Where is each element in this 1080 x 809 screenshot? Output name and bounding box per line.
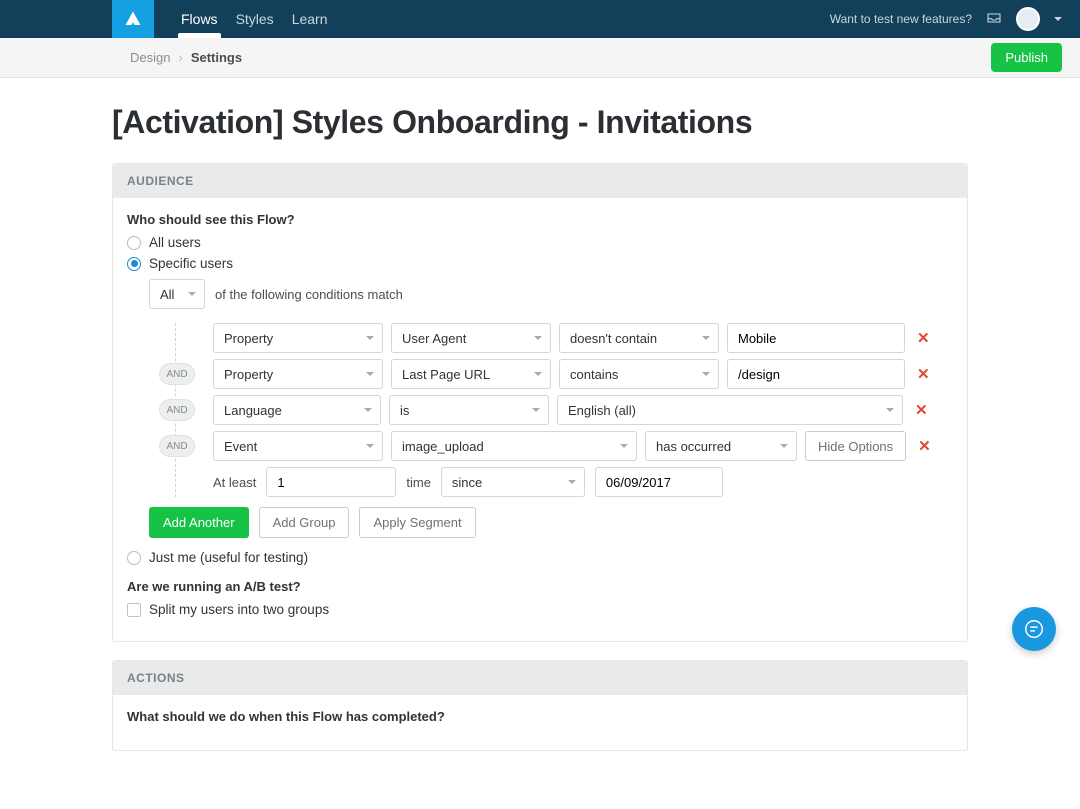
breadcrumb-current: Settings <box>191 50 242 65</box>
time-label: time <box>406 475 431 490</box>
chevron-right-icon: › <box>178 50 182 65</box>
nav-tab-styles[interactable]: Styles <box>227 0 283 38</box>
actions-question: What should we do when this Flow has com… <box>127 709 953 724</box>
logo[interactable] <box>112 0 154 38</box>
ab-split-label: Split my users into two groups <box>149 602 329 617</box>
cond3-op-select[interactable]: is <box>389 395 549 425</box>
cond2-op-select[interactable]: contains <box>559 359 719 389</box>
help-fab[interactable] <box>1012 607 1056 651</box>
ab-split-checkbox[interactable] <box>127 603 141 617</box>
label-just-me: Just me (useful for testing) <box>149 550 308 565</box>
cond2-field-select[interactable]: Last Page URL <box>391 359 551 389</box>
cond1-type-select[interactable]: Property <box>213 323 383 353</box>
and-badge-4: AND <box>159 435 195 457</box>
cond1-field-select[interactable]: User Agent <box>391 323 551 353</box>
actions-panel: ACTIONS What should we do when this Flow… <box>112 660 968 751</box>
condition-row-4: AND Event image_upload has occurred Hide… <box>213 431 953 461</box>
audience-question: Who should see this Flow? <box>127 212 953 227</box>
user-menu-caret-icon[interactable] <box>1054 17 1062 21</box>
atleast-label: At least <box>213 475 256 490</box>
condition-row-1: Property User Agent doesn't contain ✕ <box>213 323 953 353</box>
breadcrumb: Design › Settings <box>130 50 242 65</box>
logo-icon <box>124 10 142 28</box>
page-title: [Activation] Styles Onboarding - Invitat… <box>112 104 968 141</box>
top-nav: Flows Styles Learn Want to test new feat… <box>0 0 1080 38</box>
inbox-icon[interactable] <box>986 10 1002 29</box>
date-input[interactable] <box>595 467 723 497</box>
count-input[interactable] <box>266 467 396 497</box>
label-specific-users: Specific users <box>149 256 233 271</box>
add-another-button[interactable]: Add Another <box>149 507 249 538</box>
nav-tab-learn[interactable]: Learn <box>283 0 337 38</box>
conditions-block: All of the following conditions match Pr… <box>127 279 953 497</box>
match-select[interactable]: All <box>149 279 205 309</box>
radio-all-users[interactable] <box>127 236 141 250</box>
cond4-type-select[interactable]: Event <box>213 431 383 461</box>
chat-icon <box>1023 618 1045 640</box>
cond1-remove-icon[interactable]: ✕ <box>913 329 934 347</box>
condition-row-3: AND Language is English (all) ✕ <box>213 395 953 425</box>
since-select[interactable]: since <box>441 467 585 497</box>
page: [Activation] Styles Onboarding - Invitat… <box>0 104 1080 809</box>
cond2-value-input[interactable] <box>727 359 905 389</box>
event-details-row: At least time since <box>213 467 953 497</box>
sub-bar: Design › Settings Publish <box>0 38 1080 78</box>
audience-header: AUDIENCE <box>113 164 967 198</box>
cond3-remove-icon[interactable]: ✕ <box>911 401 932 419</box>
nav-tab-flows[interactable]: Flows <box>172 0 227 38</box>
cond2-type-select[interactable]: Property <box>213 359 383 389</box>
add-group-button[interactable]: Add Group <box>259 507 350 538</box>
cond1-op-select[interactable]: doesn't contain <box>559 323 719 353</box>
apply-segment-button[interactable]: Apply Segment <box>359 507 475 538</box>
cond3-value-select[interactable]: English (all) <box>557 395 903 425</box>
nav-right: Want to test new features? <box>830 7 1080 31</box>
condition-buttons: Add Another Add Group Apply Segment <box>127 507 953 538</box>
ab-question: Are we running an A/B test? <box>127 579 953 594</box>
match-suffix: of the following conditions match <box>215 287 403 302</box>
and-badge-2: AND <box>159 363 195 385</box>
cond4-field-select[interactable]: image_upload <box>391 431 637 461</box>
cond2-remove-icon[interactable]: ✕ <box>913 365 934 383</box>
breadcrumb-parent[interactable]: Design <box>130 50 170 65</box>
cond4-remove-icon[interactable]: ✕ <box>914 437 935 455</box>
nav-tabs: Flows Styles Learn <box>172 0 337 38</box>
label-all-users: All users <box>149 235 201 250</box>
cond3-type-select[interactable]: Language <box>213 395 381 425</box>
promo-link[interactable]: Want to test new features? <box>830 12 972 26</box>
actions-header: ACTIONS <box>113 661 967 695</box>
radio-specific-users[interactable] <box>127 257 141 271</box>
and-badge-3: AND <box>159 399 195 421</box>
cond1-value-input[interactable] <box>727 323 905 353</box>
cond4-op-select[interactable]: has occurred <box>645 431 797 461</box>
avatar[interactable] <box>1016 7 1040 31</box>
radio-just-me[interactable] <box>127 551 141 565</box>
publish-button[interactable]: Publish <box>991 43 1062 72</box>
condition-row-2: AND Property Last Page URL contains ✕ <box>213 359 953 389</box>
audience-panel: AUDIENCE Who should see this Flow? All u… <box>112 163 968 642</box>
hide-options-button[interactable]: Hide Options <box>805 431 906 461</box>
